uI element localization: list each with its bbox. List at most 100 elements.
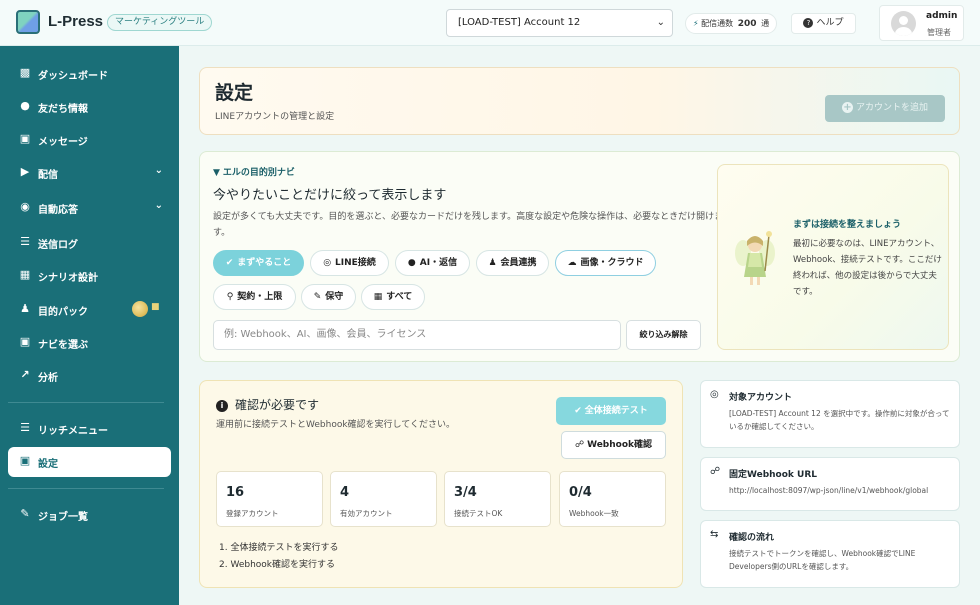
stat-active-accounts: 4 有効アカウント	[330, 471, 437, 527]
sidebar-item-label: メッセージ	[38, 137, 88, 148]
info-icon: i	[216, 400, 228, 412]
sidebar-item-jobs[interactable]: ✎ ジョブ一覧	[8, 500, 171, 530]
confirm-steps: 1. 全体接続テストを実行する 2. Webhook確認を実行する	[219, 540, 338, 574]
help-button[interactable]: ? ヘルプ	[791, 13, 856, 34]
stat-value: 0/4	[569, 485, 592, 500]
grid-icon: ▦	[373, 292, 383, 302]
person-icon: ♟	[20, 302, 30, 315]
chip-line-connection[interactable]: ◎ LINE接続	[310, 250, 389, 276]
navi-search-input[interactable]: 例: Webhook、AI、画像、会員、ライセンス	[213, 320, 621, 350]
sidebar-item-friends[interactable]: ● 友だち情報	[8, 92, 171, 122]
wrench-icon: ✎	[20, 507, 30, 520]
sidebar-item-auto-reply[interactable]: ◉ 自動応答 ⌄	[8, 193, 171, 223]
navi-kicker-label: エルの目的別ナビ	[222, 168, 295, 178]
clear-filter-button[interactable]: 絞り込み解除	[626, 320, 701, 350]
test-all-connections-button[interactable]: ✔ 全体接続テスト	[556, 397, 666, 425]
chip-all[interactable]: ▦ すべて	[361, 284, 425, 310]
main-content: 設定 LINEアカウントの管理と設定 + アカウントを追加 ▼ エルの目的別ナビ 今…	[179, 46, 980, 605]
stat-label: 有効アカウント	[340, 509, 393, 518]
link-icon: ☍	[574, 440, 585, 450]
webhook-url-card: ☍ 固定Webhook URL http://localhost:8097/wp…	[700, 457, 960, 511]
chip-label: 保守	[325, 292, 344, 302]
target-account-card: ◎ 対象アカウント [LOAD-TEST] Account 12 を選択中です。…	[700, 380, 960, 448]
chat-icon: ▣	[19, 132, 31, 145]
chip-label: まずやること	[237, 258, 292, 268]
stat-value: 3/4	[454, 485, 477, 500]
add-account-button[interactable]: + アカウントを追加	[825, 95, 945, 122]
sidebar-item-messages[interactable]: ▣ メッセージ	[8, 125, 171, 155]
user-icon: ♟	[488, 258, 497, 268]
sidebar-item-label: 分析	[38, 373, 58, 384]
delivery-label: 配信通数	[701, 19, 734, 28]
plus-circle-icon: +	[841, 102, 853, 113]
stat-webhook-match: 0/4 Webhook一致	[559, 471, 666, 527]
user-name: admin	[926, 11, 958, 21]
target-account-title: 対象アカウント	[729, 393, 793, 403]
mascot-icon	[132, 301, 148, 317]
guide-card: まずは接続を整えましょう 最初に必要なのは、LINEアカウント、Webhook、…	[717, 164, 949, 350]
bar-chart-icon: ▩	[19, 66, 31, 79]
chip-label: 契約・上限	[237, 292, 283, 302]
guide-text: 最初に必要なのは、LINEアカウント、Webhook、接続テストです。ここだけ終…	[793, 239, 942, 297]
test-all-label: 全体接続テスト	[584, 406, 648, 416]
confirm-title-label: 確認が必要です	[235, 398, 320, 412]
confirm-title: i 確認が必要です	[216, 396, 319, 413]
sidebar-item-dashboard[interactable]: ▩ ダッシュボード	[8, 59, 171, 89]
chip-first-steps[interactable]: ✔ まずやること	[213, 250, 304, 276]
chat-icon: ●	[407, 258, 416, 268]
user-menu[interactable]: admin 管理者	[879, 5, 964, 41]
chevron-down-icon: ⌄	[656, 17, 665, 28]
swap-icon: ⇆	[710, 529, 719, 540]
sidebar-item-label: 目的パック	[38, 307, 88, 318]
send-icon: ⚡	[693, 19, 699, 28]
sidebar-item-purpose-pack[interactable]: ♟ 目的パック ■	[8, 295, 171, 325]
delivery-count: 200	[737, 19, 757, 29]
stat-registered-accounts: 16 登録アカウント	[216, 471, 323, 527]
sidebar-item-label: 配信	[38, 170, 58, 181]
cloud-icon: ☁	[567, 258, 577, 268]
confirm-flow-desc: 接続テストでトークンを確認し、Webhook確認でLINE Developers…	[729, 549, 916, 571]
sidebar-item-settings[interactable]: ▣ 設定	[8, 447, 171, 477]
sidebar-item-analytics[interactable]: ↗ 分析	[8, 361, 171, 391]
sidebar-item-send-log[interactable]: ☰ 送信ログ	[8, 228, 171, 258]
globe-icon: ◎	[323, 258, 332, 268]
confirm-description: 運用前に接続テストとWebhook確認を実行してください。	[216, 420, 456, 430]
megaphone-icon: ▶	[20, 165, 30, 178]
webhook-url-value[interactable]: http://localhost:8097/wp-json/line/v1/we…	[729, 484, 953, 497]
add-account-label: アカウントを追加	[855, 103, 928, 113]
chevron-down-icon: ⌄	[154, 165, 163, 176]
target-account-desc: [LOAD-TEST] Account 12 を選択中です。操作前に対象が合って…	[729, 409, 950, 431]
page-subtitle: LINEアカウントの管理と設定	[215, 112, 335, 122]
chip-member-link[interactable]: ♟ 会員連携	[476, 250, 549, 276]
step-item: 1. 全体接続テストを実行する	[219, 543, 339, 553]
chip-ai-reply[interactable]: ● AI・返信	[395, 250, 470, 276]
step-item: 2. Webhook確認を実行する	[219, 560, 335, 570]
settings-box-icon: ▣	[19, 454, 31, 467]
chip-contract-limit[interactable]: ⚲ 契約・上限	[213, 284, 296, 310]
sidebar-item-label: 友だち情報	[38, 104, 88, 115]
menu-icon: ☰	[20, 421, 30, 434]
page-title: 設定	[215, 82, 254, 104]
sidebar-item-label: ナビを選ぶ	[38, 340, 88, 351]
stat-label: 登録アカウント	[226, 509, 279, 518]
sidebar-item-navi[interactable]: ▣ ナビを選ぶ	[8, 328, 171, 358]
delivery-count-badge: ⚡ 配信通数 200 通	[685, 13, 778, 34]
sidebar-item-rich-menu[interactable]: ☰ リッチメニュー	[8, 414, 171, 444]
stat-label: Webhook一致	[569, 509, 619, 518]
confirm-flow-card: ⇆ 確認の流れ 接続テストでトークンを確認し、Webhook確認でLINE De…	[700, 520, 960, 588]
account-select[interactable]: [LOAD-TEST] Account 12 ⌄	[446, 9, 673, 37]
chip-image-cloud[interactable]: ☁ 画像・クラウド	[555, 250, 656, 276]
webhook-check-button[interactable]: ☍ Webhook確認	[561, 431, 666, 459]
sidebar-item-delivery[interactable]: ▶ 配信 ⌄	[8, 158, 171, 188]
question-icon: ?	[803, 18, 814, 28]
sidebar-item-scenario[interactable]: ▦ シナリオ設計	[8, 261, 171, 291]
chip-label: 画像・クラウド	[580, 258, 644, 268]
top-header: L-Press マーケティングツール [LOAD-TEST] Account 1…	[0, 0, 980, 46]
check-circle-icon: ✔	[225, 258, 234, 268]
key-icon: ⚲	[226, 292, 234, 302]
chip-maintenance[interactable]: ✎ 保守	[301, 284, 356, 310]
wrench-icon: ✎	[313, 292, 322, 302]
chip-label: LINE接続	[335, 258, 376, 268]
stat-value: 16	[226, 485, 245, 500]
purpose-navi-card: ▼ エルの目的別ナビ 今やりたいことだけに絞って表示します 設定が多くても大丈夫で…	[199, 151, 960, 362]
